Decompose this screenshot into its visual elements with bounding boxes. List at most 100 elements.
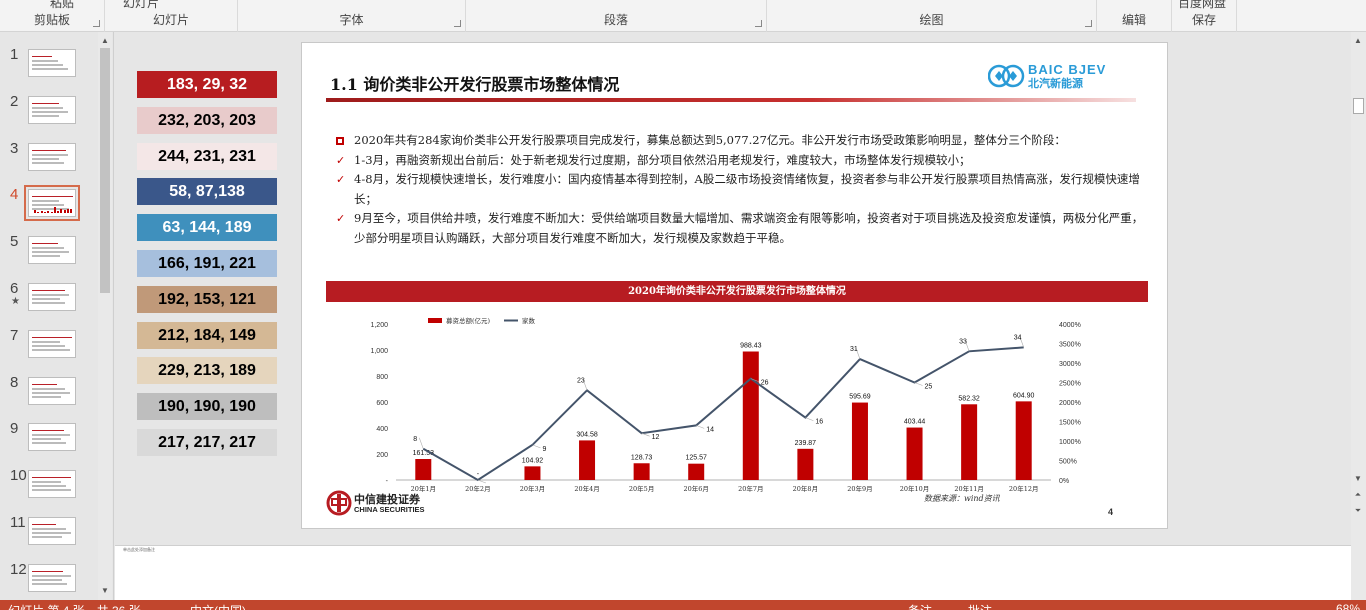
x-axis-tick-label: 20年7月 [738,484,763,492]
bullet-item: 2020年共有284家询价类非公开发行股票项目完成发行，募集总额达到5,077.… [336,131,1146,151]
slide-thumbnail[interactable] [28,142,76,171]
scroll-down-icon[interactable]: ▼ [100,586,110,596]
previous-slide-icon[interactable]: ⏶ [1353,490,1363,500]
bar-data-label: 304.58 [576,431,598,438]
y-axis-right-tick: 2000% [1059,400,1081,407]
ribbon-group-slides[interactable]: 幻灯片 幻灯片 [105,0,238,32]
notes-button[interactable]: 备注 [908,602,932,610]
notes-placeholder[interactable]: 单击此处添加备注 [123,547,155,553]
thumbnails-scrollbar[interactable]: ▲ ▼ [98,32,112,600]
thumbnail-chart-bar [57,211,60,214]
paste-button-label[interactable]: 粘贴 [50,0,74,11]
notes-pane[interactable]: 单击此处添加备注 [115,545,1351,600]
thumbnail-text-line [32,255,60,258]
page-number: 4 [1108,507,1114,517]
thumbnail-text-line [32,391,70,394]
chart-title-banner[interactable]: 2020年询价类非公开发行股票发行市场整体情况 [326,281,1148,302]
slide-thumbnail[interactable] [24,185,80,222]
thumbnail-chart-bar [34,210,36,214]
slide-thumbnails-pane[interactable]: 1 2 3 4 5 6 ★ 7 8 9 10 11 12 [0,32,114,600]
color-swatch[interactable]: 217, 217, 217 [137,429,277,456]
thumbnail-text-line [32,348,70,351]
language-indicator[interactable]: 中文(中国) [190,602,246,610]
slide-thumbnail[interactable] [28,95,76,124]
combo-chart[interactable]: - 200 400 600 800 1,000 1,200 0% 500% 1000% 1500% 2… [326,307,1148,492]
ribbon-group-paragraph[interactable]: 段落 [466,0,767,32]
line-data-label: 25 [925,384,933,391]
dialog-launcher-icon[interactable] [1085,20,1092,27]
ribbon-group-label: 字体 [339,13,364,27]
color-swatch[interactable]: 244, 231, 231 [137,142,277,170]
slide-thumbnail[interactable] [28,236,76,265]
ribbon-group-label: 保存 [1191,13,1216,27]
color-swatch[interactable]: 183, 29, 32 [137,71,277,98]
data-label-leader [532,444,541,449]
slide-thumbnail[interactable] [28,470,76,499]
slide-thumbnail[interactable] [28,517,76,545]
slide-thumbnail[interactable] [28,423,76,452]
dialog-launcher-icon[interactable] [454,20,461,27]
dialog-launcher-icon[interactable] [93,20,100,27]
y-axis-left-tick: 800 [376,374,388,381]
zoom-level[interactable]: 68% [1336,602,1360,610]
slide-thumbnail-number: 11 [10,514,26,531]
color-swatch[interactable]: 166, 191, 221 [137,250,277,277]
thumbnail-text-line [32,60,58,62]
chart-bar [961,404,978,480]
y-axis-left-tick: 400 [376,426,388,433]
slide-thumbnail[interactable] [28,49,76,77]
scroll-down-icon[interactable]: ▼ [1353,474,1363,483]
slide-editing-area[interactable]: 183, 29, 32 232, 203, 203 244, 231, 231 58,… [115,32,1351,544]
color-swatch[interactable]: 190, 190, 190 [137,393,277,421]
color-swatch[interactable]: 192, 153, 121 [137,285,277,313]
ribbon-group-editing[interactable]: 编辑 [1097,0,1172,32]
checkmark-icon: ✓ [336,212,346,225]
slide-scrollbar[interactable]: ▲ ▼ ⏶ ⏷ [1351,32,1366,600]
ribbon-group-save[interactable]: 百度网盘 保存 [1172,0,1237,32]
next-slide-icon[interactable]: ⏷ [1353,506,1363,516]
thumbnail-chart-bar [50,212,53,214]
x-axis-tick-label: 20年12月 [1009,484,1039,492]
thumbnail-text-line [32,574,71,577]
thumbnail-text-line [32,200,59,203]
bullet-text: 4-8月，发行规模快速增长，发行难度小：国内疫情基本得到控制，A股二级市场投资情… [354,172,1140,206]
thumbnail-chart-bar [47,211,50,214]
color-swatch[interactable]: 229, 213, 189 [137,357,277,385]
color-swatch[interactable]: 232, 203, 203 [137,106,277,134]
new-slide-button-label[interactable]: 幻灯片 [123,0,159,11]
slide-thumbnail[interactable] [28,283,76,311]
color-swatch[interactable]: 58, 87,138 [137,178,277,206]
slide-canvas[interactable]: 1.1 询价类非公开发行股票市场整体情况 BAIC BJEV 北汽新能源 202… [301,42,1168,529]
x-axis-tick-label: 20年5月 [629,484,654,492]
scrollbar-thumb[interactable] [1353,98,1364,114]
comments-button[interactable]: 批注 [968,602,992,610]
thumbnail-chart-bar [53,207,56,214]
chart-bar [688,463,705,480]
scrollbar-thumb[interactable] [100,48,110,293]
slide-thumbnail[interactable] [28,563,76,592]
ribbon-group-label: 剪贴板 [33,13,70,27]
thumbnail-text-line [32,344,65,347]
scroll-up-icon[interactable]: ▲ [100,36,110,46]
ribbon-group-font[interactable]: 字体 [238,0,466,32]
ribbon-group-clipboard[interactable]: 粘贴 剪贴板 [0,0,105,32]
slide-thumbnail[interactable] [28,329,76,358]
ribbon-group-drawing[interactable]: 绘图 [767,0,1097,32]
thumbnail-text-line [32,481,61,484]
color-swatch[interactable]: 212, 184, 149 [137,321,277,349]
thumbnail-text-line [32,114,59,117]
chart-bar [524,466,541,480]
bullet-item: ✓ 1-3月，再融资新规出台前后：处于新老规发行过度期，部分项目依然沿用老规发行… [336,151,1146,171]
thumbnail-title-line [32,149,66,151]
dialog-launcher-icon[interactable] [755,20,762,27]
baidu-netdisk-button-label[interactable]: 百度网盘 [1178,0,1226,11]
data-label-leader [696,425,705,429]
y-axis-right-tick: 500% [1059,459,1077,466]
slide-title[interactable]: 1.1 询价类非公开发行股票市场整体情况 [330,71,619,95]
scroll-up-icon[interactable]: ▲ [1353,36,1363,45]
color-swatch[interactable]: 63, 144, 189 [137,214,277,242]
slide-thumbnail[interactable] [28,376,76,405]
slide-thumbnail-number: 9 [10,420,19,438]
bullet-list[interactable]: 2020年共有284家询价类非公开发行股票项目完成发行，募集总额达到5,077.… [336,131,1146,248]
thumbnail-chart-bar [63,210,66,214]
